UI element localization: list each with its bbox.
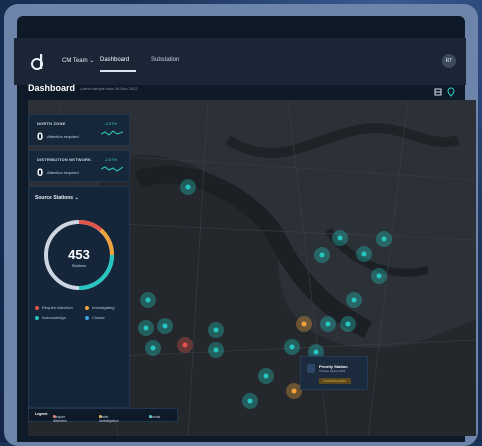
zone-count: 0	[37, 167, 44, 179]
zone-label: DISTRIBUTION NETWORK	[37, 157, 92, 162]
station-marker[interactable]	[314, 247, 330, 263]
station-marker[interactable]	[320, 316, 336, 332]
station-marker-investigating[interactable]	[296, 316, 312, 332]
tab-substation[interactable]: Substation	[151, 57, 179, 63]
sparkline	[101, 130, 123, 136]
zone-card-north[interactable]: NORTH ZONE -2.67% 0 Attention required	[28, 114, 130, 146]
team-label: CM Team	[62, 58, 88, 64]
team-selector[interactable]: CM Team ⌄	[62, 57, 94, 64]
source-stations-title[interactable]: Source Stations ⌄	[35, 195, 79, 201]
stations-unit: Stations	[71, 263, 87, 268]
source-stations-panel: Source Stations ⌄ 453 Stations Require A…	[28, 186, 130, 408]
station-marker[interactable]	[340, 316, 356, 332]
station-marker-alert[interactable]	[177, 337, 193, 353]
avatar[interactable]: RT	[442, 54, 456, 68]
zone-card-distribution[interactable]: DISTRIBUTION NETWORK -2.67% 0 Attention …	[28, 150, 130, 182]
zone-percent: -2.67%	[104, 157, 117, 162]
sparkline	[101, 166, 123, 172]
zone-label: NORTH ZONE	[37, 121, 66, 126]
status-badge: INVESTIGATING	[319, 378, 351, 384]
station-marker[interactable]	[157, 318, 173, 334]
station-marker[interactable]	[376, 231, 392, 247]
page-title: Dashboard	[28, 83, 76, 93]
legend-investigating: Investigating	[85, 305, 114, 310]
station-marker[interactable]	[371, 268, 387, 284]
station-icon	[307, 364, 315, 373]
station-tooltip[interactable]: Priority Station Orange Street 0001 INVE…	[300, 356, 368, 390]
station-marker[interactable]	[242, 393, 258, 409]
legend-closed: Closed	[85, 315, 104, 320]
station-marker[interactable]	[332, 230, 348, 246]
station-marker[interactable]	[356, 246, 372, 262]
chevron-down-icon: ⌄	[74, 195, 79, 201]
map-legend: Legend Require Attention Under Investiga…	[28, 408, 178, 423]
zone-count: 0	[37, 131, 44, 143]
station-marker[interactable]	[208, 342, 224, 358]
chevron-down-icon: ⌄	[89, 58, 95, 64]
page-subtitle: Latest sample date 16 Dec 2022	[80, 86, 138, 91]
legend-acknowledge: Acknowledge	[35, 315, 66, 320]
zone-status-text: Attention required	[47, 134, 79, 139]
layers-icon[interactable]	[434, 88, 442, 96]
station-marker[interactable]	[208, 322, 224, 338]
navigation: CM Team ⌄ Dashboard Substation RT	[14, 52, 466, 72]
tooltip-subtitle: Orange Street 0001	[319, 369, 346, 373]
app-logo[interactable]	[30, 52, 44, 70]
zone-percent: -2.67%	[104, 121, 117, 126]
zone-status-text: Attention required	[47, 170, 79, 175]
active-tab-indicator	[100, 70, 136, 72]
station-marker[interactable]	[140, 292, 156, 308]
legend-title: Legend	[35, 412, 48, 416]
station-marker[interactable]	[145, 340, 161, 356]
station-marker[interactable]	[284, 339, 300, 355]
station-marker[interactable]	[258, 368, 274, 384]
tab-dashboard[interactable]: Dashboard	[100, 57, 129, 63]
location-pin-icon[interactable]	[447, 87, 455, 97]
legend-require-attention: Require Attention	[35, 305, 73, 310]
station-marker[interactable]	[138, 320, 154, 336]
station-marker[interactable]	[180, 179, 196, 195]
stations-total: 453	[68, 247, 90, 262]
station-marker[interactable]	[346, 292, 362, 308]
